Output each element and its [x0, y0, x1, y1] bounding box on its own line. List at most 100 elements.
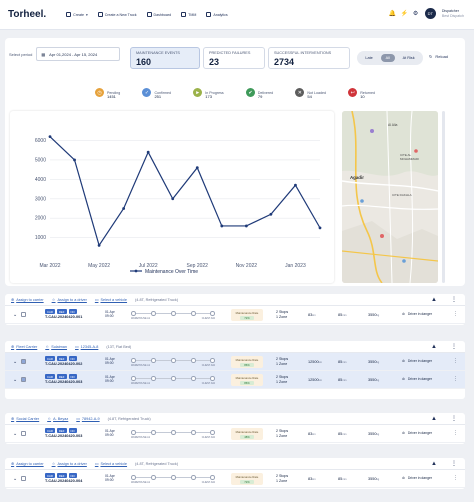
status-confirmed[interactable]: ✓ Confirmed 251	[142, 88, 171, 99]
toggle-all[interactable]: All	[380, 54, 395, 62]
kpi-successful-interventions[interactable]: Successful interventions 2734	[268, 47, 350, 69]
y-tick-label: 2000	[35, 216, 46, 222]
distance-value: 12500km	[308, 360, 323, 364]
rate-label: Maintenance Rate	[235, 429, 259, 434]
toggle-at-risk[interactable]: At Risk	[398, 54, 420, 62]
x-icon: ✕	[295, 88, 305, 97]
reload-button[interactable]: ↻ Reload	[429, 54, 448, 59]
assign-driver-link[interactable]: ☺ A. Beyaz	[47, 417, 68, 421]
kpi-maintenance-events[interactable]: Maintenance events 160	[130, 47, 200, 69]
scrollbar[interactable]	[442, 111, 445, 283]
distance-value: 12500km	[308, 378, 323, 382]
data-point	[73, 158, 76, 162]
nav-create-button[interactable]: Create ▾	[66, 12, 88, 17]
link-icon: ⊕	[11, 462, 15, 466]
kebab-menu-icon[interactable]: ⋮	[451, 296, 457, 303]
kebab-menu-icon[interactable]: ⋮	[451, 415, 457, 422]
status-pending[interactable]: ◷ Pending 1451	[95, 88, 120, 99]
status-returned[interactable]: ↩ Returned 10	[348, 88, 375, 99]
assign-carrier-link[interactable]: ⊕ Fleet Carrier	[11, 344, 38, 350]
row-kebab-icon[interactable]: ⋮	[453, 376, 458, 382]
assign-driver-link[interactable]: ☺ Sulaiman	[45, 345, 67, 349]
tag-badge: REF	[56, 356, 67, 361]
table-row[interactable]: ⌄ CAR REF NO T-CAU-20240420-001 01 Apr 09:0…	[5, 306, 465, 324]
assign-carrier-link[interactable]: ⊕ Assign to carrier	[11, 461, 44, 467]
tag-badge: REF	[56, 374, 67, 379]
trip-id[interactable]: T-CAU-20240420-004	[45, 479, 82, 483]
risk-filter-toggle[interactable]: Late All At Risk	[357, 51, 423, 65]
stops-value: 2 Stops	[276, 310, 289, 314]
row-kebab-icon[interactable]: ⋮	[453, 430, 458, 436]
kebab-menu-icon[interactable]: ⋮	[451, 460, 457, 467]
select-vehicle-link[interactable]: ▭ Select a vehicle	[95, 461, 128, 467]
chevron-down-icon[interactable]: ⌄	[13, 359, 17, 365]
link-icon: ⊕	[11, 298, 15, 302]
status-in-progress[interactable]: ► In Progress 173	[193, 88, 224, 99]
flash-icon[interactable]: ⚡	[401, 11, 408, 17]
map-label: CITE DAKHLA	[392, 193, 412, 197]
rate-label: Maintenance Rate	[235, 474, 259, 479]
assign-carrier-link[interactable]: ⊕ Social Carrier	[11, 416, 39, 422]
kebab-menu-icon[interactable]: ⋮	[451, 343, 457, 350]
alert-text: Driver in danger	[407, 377, 432, 381]
origin-label: WAREHOUSE A1	[131, 480, 151, 484]
table-row[interactable]: ⌄ CAR REF NO T-CAU-20240420-003 01 Apr 09:0…	[5, 425, 465, 443]
nav-dashboard-button[interactable]: Dashboard	[146, 12, 171, 17]
truck-icon	[97, 12, 103, 17]
link-label: Assign to carrier	[16, 297, 44, 302]
trip-id[interactable]: T-CAU-20240420-003	[45, 380, 82, 384]
row-checkbox[interactable]	[21, 377, 26, 382]
row-checkbox[interactable]	[21, 359, 26, 364]
kpi-predicted-failures[interactable]: Predicted failures 23	[203, 47, 265, 69]
select-vehicle-link[interactable]: ▭ 78942-A-9	[76, 416, 99, 422]
trip-id[interactable]: T-CAU-20240420-001	[45, 315, 82, 319]
rate-badge: 72%	[240, 479, 254, 484]
time-value: 09:00	[105, 433, 114, 438]
data-point	[318, 226, 322, 230]
assign-driver-link[interactable]: ☺ Assign to a driver	[52, 298, 87, 302]
settings-icon[interactable]: ⚙	[413, 11, 419, 17]
chevron-down-icon[interactable]: ⌄	[13, 312, 17, 318]
nav-new-truck-button[interactable]: Create a New Truck	[97, 12, 137, 17]
chevron-down-icon[interactable]: ⌄	[13, 431, 17, 437]
avatar[interactable]: DT	[424, 8, 436, 19]
select-vehicle-link[interactable]: ▭ Select a vehicle	[95, 297, 127, 303]
map-label: Al Alia	[388, 123, 398, 127]
select-vehicle-link[interactable]: ▭ 12345-A-8	[75, 344, 98, 350]
route-track: WAREHOUSE A1 CLIENT A02	[131, 475, 215, 484]
user-info[interactable]: Dispatcher Best Dispatch	[442, 9, 464, 18]
table-row[interactable]: ⌄ CAR REF NO T-CAU-20240420-004 01 Apr 09:0…	[5, 470, 465, 488]
row-checkbox[interactable]	[21, 312, 26, 317]
row-kebab-icon[interactable]: ⋮	[453, 358, 458, 364]
map-view[interactable]: Al Alia Agadir CITE AL MOHAMMADI CITE DA…	[342, 111, 438, 283]
chevron-down-icon[interactable]: ⌄	[13, 476, 17, 482]
status-not-loaded[interactable]: ✕ Not Loaded 54	[295, 88, 326, 99]
assign-driver-link[interactable]: ☺ Assign to a driver	[52, 462, 87, 466]
row-checkbox[interactable]	[21, 476, 26, 481]
trip-id[interactable]: T-CAU-20240420-003	[45, 434, 82, 438]
rate-label: Maintenance Rate	[235, 310, 259, 315]
chevron-down-icon[interactable]: ⌄	[13, 377, 17, 383]
row-kebab-icon[interactable]: ⋮	[453, 475, 458, 481]
y-tick-label: 4000	[35, 177, 46, 183]
table-row[interactable]: ⌄ CAR REF NO T-CAU-20240420-002 01 Apr 09:0…	[5, 353, 465, 371]
stops-info: 2 Stops 1 Zone	[276, 429, 288, 438]
tag-badge: CAR	[45, 309, 55, 314]
trip-id[interactable]: T-CAU-20240420-002	[45, 362, 82, 366]
weight-value: 3550kg	[368, 360, 380, 364]
status-delivered[interactable]: ✔ Delivered 79	[245, 88, 273, 99]
link-label: Select a vehicle	[100, 461, 128, 466]
row-kebab-icon[interactable]: ⋮	[453, 311, 458, 317]
assign-carrier-link[interactable]: ⊕ Assign to carrier	[11, 297, 44, 303]
link-label: Fleet Carrier	[16, 344, 38, 349]
date-range-picker[interactable]: ▦ Apr 01,2024 - Apr 15, 2024	[36, 47, 121, 61]
vehicle-description: (4.8T, Refrigerated Truck)	[135, 297, 179, 302]
nav-tmm-button[interactable]: TMM	[181, 12, 196, 17]
nav-analytics-button[interactable]: Analytics	[206, 12, 228, 17]
table-row[interactable]: ⌄ CAR REF NO T-CAU-20240420-003 01 Apr 09:0…	[5, 371, 465, 389]
dest-label: CLIENT A02	[201, 480, 215, 484]
brand-logo[interactable]: Torheel.	[8, 9, 46, 20]
toggle-late[interactable]: Late	[360, 54, 377, 62]
row-checkbox[interactable]	[21, 431, 26, 436]
bell-icon[interactable]: 🔔	[389, 11, 396, 17]
